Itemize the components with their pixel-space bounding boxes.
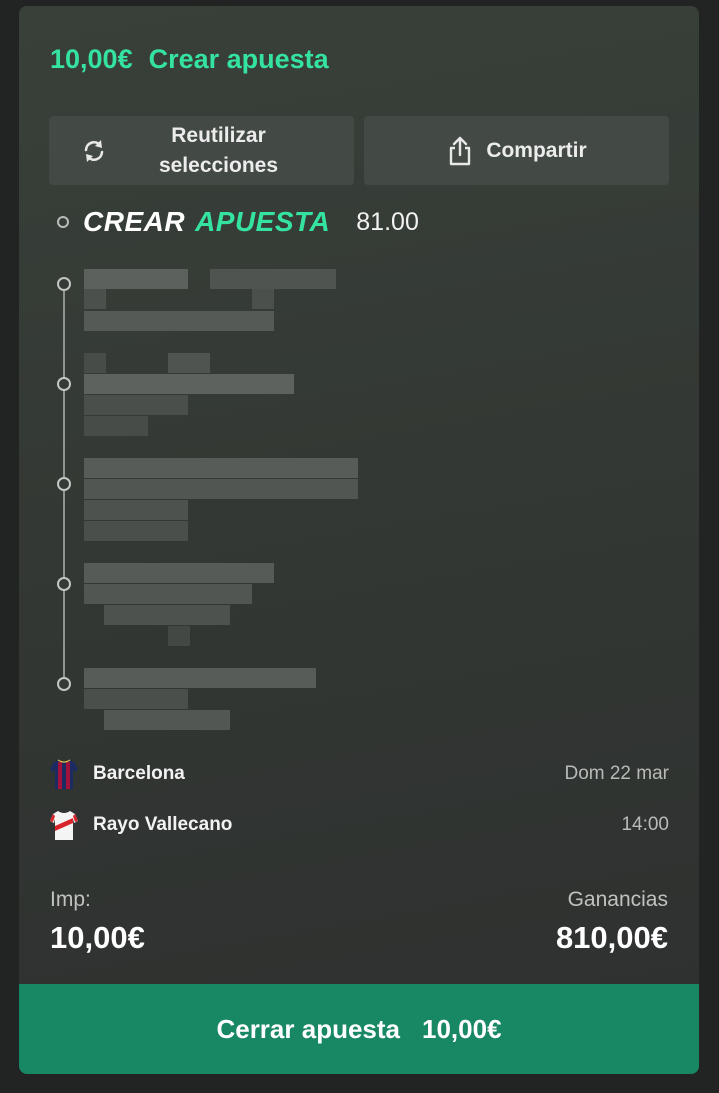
reuse-selections-button[interactable]: Reutilizar selecciones: [49, 116, 354, 185]
home-team-name: Barcelona: [93, 763, 185, 784]
match-date: Dom 22 mar: [564, 763, 669, 784]
rayo-vallecano-jersey-icon: [50, 811, 78, 840]
bet-slip-card: 10,00€ Crear apuesta Reutilizar seleccio…: [19, 6, 699, 1074]
place-bet-label: Cerrar apuesta: [216, 1013, 400, 1044]
away-team-name: Rayo Vallecano: [93, 814, 233, 835]
winnings-value: 810,00€: [555, 920, 668, 955]
bet-builder-odds: 81.00: [356, 207, 419, 236]
header-title: Crear apuesta: [148, 44, 329, 74]
selection-dot-icon: [57, 577, 71, 591]
place-bet-amount: 10,00€: [422, 1013, 502, 1044]
reuse-selections-label: Reutilizar selecciones: [158, 123, 279, 177]
selection-dot-icon: [57, 477, 71, 491]
header-amount: 10,00€: [50, 44, 133, 74]
stake-label: Imp:: [50, 888, 91, 911]
match-time: 14:00: [621, 814, 669, 835]
winnings-label: Ganancias: [567, 888, 668, 911]
bet-builder-title-row: CREAR APUESTA 81.00: [57, 206, 419, 238]
selection-dot-icon: [57, 277, 71, 291]
team-row-away: Rayo Vallecano 14:00: [49, 808, 669, 842]
bet-slip-header: 10,00€ Crear apuesta: [50, 44, 329, 75]
refresh-icon: [84, 140, 104, 162]
selection-dot-icon: [57, 377, 71, 391]
place-bet-button[interactable]: Cerrar apuesta 10,00€: [19, 984, 699, 1074]
share-button[interactable]: Compartir: [364, 116, 669, 185]
barcelona-jersey-icon: [50, 759, 78, 789]
share-label: Compartir: [486, 138, 587, 162]
bet-builder-brand-crear: CREAR: [83, 206, 186, 237]
bet-builder-dot-icon: [57, 216, 69, 228]
selection-dot-icon: [57, 677, 71, 691]
share-icon: [450, 136, 471, 165]
team-row-home: Barcelona Dom 22 mar: [49, 757, 669, 791]
bet-builder-brand-apuesta: APUESTA: [195, 206, 331, 237]
stake-value: 10,00€: [50, 920, 145, 955]
